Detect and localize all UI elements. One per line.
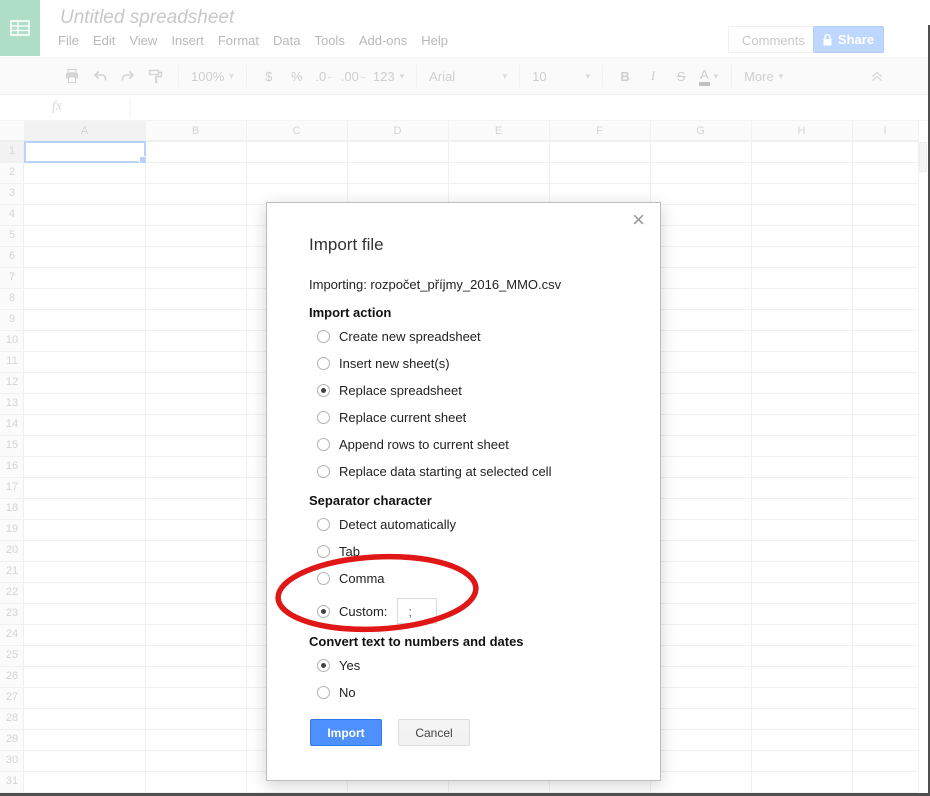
radio-option-replace-spreadsheet[interactable]: Replace spreadsheet [317,383,618,397]
radio-option-append-rows-to-current-sheet[interactable]: Append rows to current sheet [317,437,618,451]
radio-label: Replace spreadsheet [339,383,462,398]
custom-separator-input[interactable] [397,598,437,624]
radio-option-comma[interactable]: Comma [317,571,618,585]
section-heading: Import action [309,305,618,321]
radio-icon[interactable] [317,518,330,531]
close-icon[interactable]: × [632,209,645,231]
importing-filename: Importing: rozpočet_příjmy_2016_MMO.csv [309,277,618,293]
radio-icon[interactable] [317,686,330,699]
section-heading: Separator character [309,493,618,509]
radio-selected-icon[interactable] [317,605,330,618]
radio-option-yes[interactable]: Yes [317,658,618,672]
radio-label: Insert new sheet(s) [339,356,450,371]
cancel-button[interactable]: Cancel [398,719,470,746]
dialog-buttons: Import Cancel [310,719,618,746]
radio-icon[interactable] [317,357,330,370]
radio-label: No [339,685,356,700]
radio-option-tab[interactable]: Tab [317,544,618,558]
radio-label: Create new spreadsheet [339,329,481,344]
section-import-action: Import action Create new spreadsheet Inser… [309,305,618,478]
import-file-dialog: × Import file Importing: rozpočet_příjmy… [266,202,661,781]
section-separator-character: Separator character Detect automatically T… [309,493,618,624]
radio-icon[interactable] [317,572,330,585]
radio-option-custom[interactable]: Custom: [317,598,618,624]
radio-label: Custom: [339,604,387,619]
radio-icon[interactable] [317,465,330,478]
radio-label: Comma [339,571,385,586]
radio-option-no[interactable]: No [317,685,618,699]
radio-option-replace-current-sheet[interactable]: Replace current sheet [317,410,618,424]
radio-option-create-new-spreadsheet[interactable]: Create new spreadsheet [317,329,618,343]
radio-label: Replace current sheet [339,410,466,425]
radio-option-replace-data-starting-at-selected-cell[interactable]: Replace data starting at selected cell [317,464,618,478]
radio-option-insert-new-sheet-s[interactable]: Insert new sheet(s) [317,356,618,370]
radio-option-detect-automatically[interactable]: Detect automatically [317,517,618,531]
radio-icon[interactable] [317,545,330,558]
radio-selected-icon[interactable] [317,384,330,397]
radio-label: Tab [339,544,360,559]
section-heading: Convert text to numbers and dates [309,634,618,650]
dialog-sections: Import action Create new spreadsheet Inser… [309,305,618,699]
radio-label: Detect automatically [339,517,456,532]
dialog-title: Import file [309,235,618,255]
section-convert-text-to-numbers-and-dates: Convert text to numbers and dates Yes No [309,634,618,699]
import-button[interactable]: Import [310,719,382,746]
radio-label: Replace data starting at selected cell [339,464,551,479]
radio-icon[interactable] [317,411,330,424]
radio-icon[interactable] [317,330,330,343]
radio-label: Yes [339,658,360,673]
radio-icon[interactable] [317,438,330,451]
google-sheets-app: Untitled spreadsheet FileEditViewInsertF… [0,0,930,796]
radio-label: Append rows to current sheet [339,437,509,452]
radio-selected-icon[interactable] [317,659,330,672]
